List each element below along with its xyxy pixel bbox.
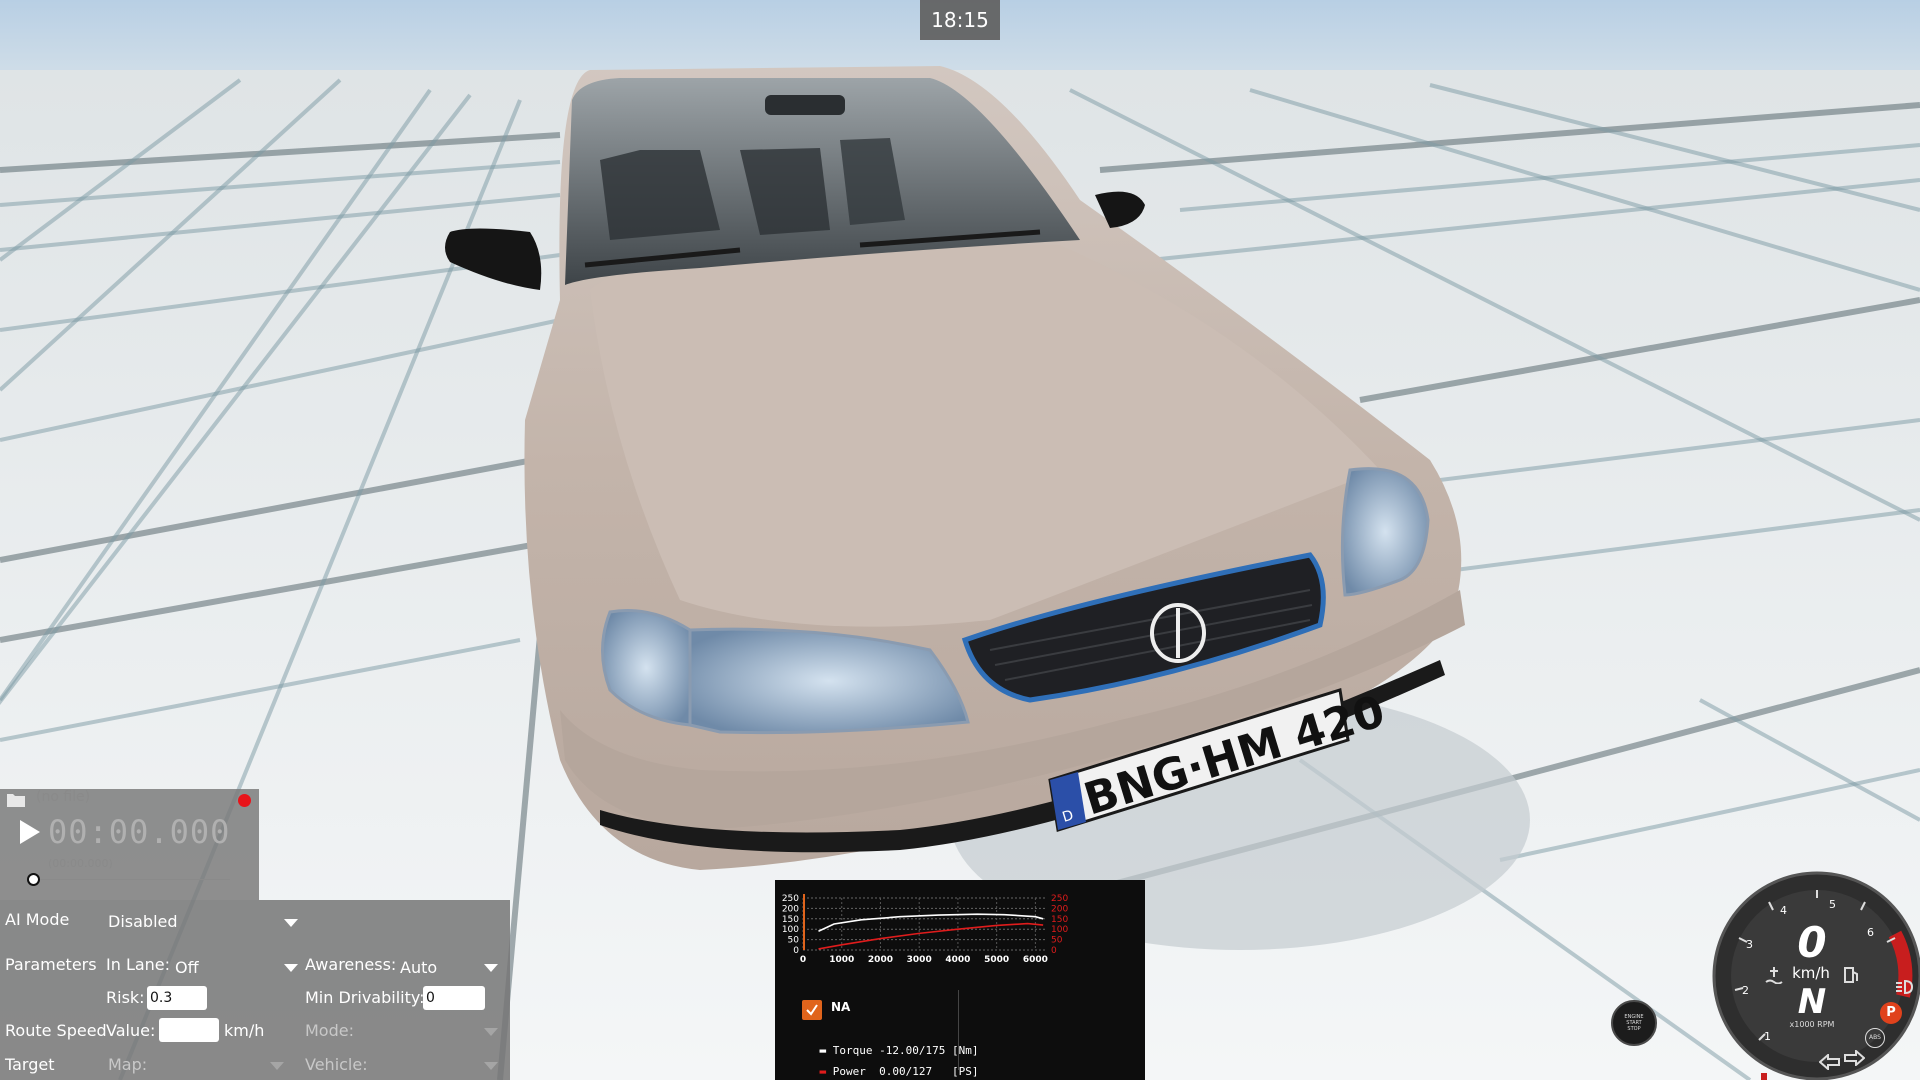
y-tick-right: 200 <box>1051 904 1068 914</box>
risk-input[interactable] <box>147 986 207 1010</box>
replay-timeline-track[interactable] <box>34 879 230 880</box>
y-tick-right: 250 <box>1051 894 1068 904</box>
x-tick: 6000 <box>1023 955 1048 965</box>
in-lane-select[interactable]: Off <box>175 958 199 977</box>
route-speed-input[interactable] <box>159 1018 219 1042</box>
route-speed-unit: km/h <box>224 1021 265 1040</box>
y-tick-left: 250 <box>782 894 799 904</box>
y-tick-left: 150 <box>782 915 799 925</box>
na-checkbox[interactable] <box>802 1000 822 1020</box>
clock-display: 18:15 <box>920 0 1000 40</box>
route-speed-label: Route Speed <box>5 1021 107 1040</box>
chevron-down-icon[interactable] <box>484 964 498 972</box>
y-tick-right: 50 <box>1051 936 1063 946</box>
power-legend-text: Power 0.00/127 [PS] <box>832 1065 979 1078</box>
ai-mode-select[interactable]: Disabled <box>108 912 178 931</box>
replay-panel: (no file) 00:00.000 (00:00.000) <box>0 789 259 900</box>
y-tick-right: 0 <box>1051 946 1057 956</box>
speedometer-gauge: 1 2 3 4 5 6 0 km/h N x1000 RPM P ABS <box>1705 868 1920 1080</box>
turn-signal-right-icon <box>1844 1050 1865 1066</box>
play-icon[interactable] <box>18 819 42 845</box>
power-legend-dot: ▬ <box>819 1065 833 1078</box>
x-tick: 0 <box>800 955 806 965</box>
target-label: Target <box>5 1055 55 1074</box>
y-tick-left: 200 <box>782 904 799 914</box>
vehicle-label: Vehicle: <box>305 1055 368 1074</box>
replay-file-name: (no file) <box>36 789 91 805</box>
x-tick: 5000 <box>984 955 1009 965</box>
chevron-down-icon[interactable] <box>284 919 298 927</box>
min-drivability-input[interactable] <box>423 986 485 1010</box>
replay-timeline-handle[interactable] <box>27 873 40 886</box>
rpm-tick-2: 2 <box>1742 984 1749 997</box>
torque-curve-chart: 2502001501005002502001501005000 1000 2000 3… <box>782 894 1068 965</box>
gear-indicator: N <box>1797 982 1827 1022</box>
rpm-tick-6: 6 <box>1867 926 1874 939</box>
chevron-down-icon[interactable] <box>484 1062 498 1070</box>
temperature-icon <box>1765 967 1783 984</box>
y-tick-left: 0 <box>793 946 799 956</box>
x-tick: 4000 <box>945 955 970 965</box>
in-lane-label: In Lane: <box>106 955 171 974</box>
ai-panel: AI Mode Disabled Parameters In Lane: Off… <box>0 900 510 1080</box>
checkmark-icon <box>806 1004 818 1016</box>
mode-label: Mode: <box>305 1021 354 1040</box>
config-name: NA <box>831 1000 851 1014</box>
y-tick-right: 150 <box>1051 915 1068 925</box>
min-drivability-label: Min Drivability: <box>305 988 425 1007</box>
route-speed-value-label: Value: <box>106 1021 156 1040</box>
map-label: Map: <box>108 1055 148 1074</box>
record-button[interactable] <box>238 794 251 807</box>
y-tick-left: 100 <box>782 925 799 935</box>
awareness-select[interactable]: Auto <box>400 958 437 977</box>
ai-mode-label: AI Mode <box>5 910 70 929</box>
chevron-down-icon[interactable] <box>284 964 298 972</box>
fuel-icon <box>1844 967 1858 983</box>
parameters-label: Parameters <box>5 955 97 974</box>
turn-signal-left-icon <box>1819 1054 1840 1070</box>
folder-icon[interactable] <box>7 793 25 807</box>
parking-brake-indicator: P <box>1880 1002 1902 1024</box>
rpm-tick-1: 1 <box>1764 1030 1771 1043</box>
y-tick-right: 100 <box>1051 925 1068 935</box>
headlight-icon <box>1896 980 1913 994</box>
rpm-tick-3: 3 <box>1746 938 1753 951</box>
speed-readout: 0 <box>1797 918 1827 967</box>
x-tick: 1000 <box>829 955 854 965</box>
torque-graph-panel: 250 200 150 100 50 0 250 200 150 100 50 0 0 1000 2000 3… <box>775 880 1145 1080</box>
rpm-tick-5: 5 <box>1829 898 1836 911</box>
speed-unit: km/h <box>1792 964 1830 982</box>
y-tick-left: 50 <box>788 936 800 946</box>
chevron-down-icon[interactable] <box>484 1028 498 1036</box>
awareness-label: Awareness: <box>305 955 397 974</box>
replay-timer: 00:00.000 <box>48 813 231 851</box>
rpm-tick-4: 4 <box>1780 904 1787 917</box>
power-series-line <box>818 922 1044 950</box>
chevron-down-icon[interactable] <box>270 1062 284 1070</box>
rpm-label: x1000 RPM <box>1789 1020 1835 1029</box>
engine-button-line3: STOP <box>1627 1026 1641 1032</box>
power-legend: ▬ Power 0.00/127 [PS] <box>793 1052 979 1080</box>
x-tick: 3000 <box>907 955 932 965</box>
engine-start-stop-button[interactable]: ENGINE START STOP <box>1611 1000 1657 1046</box>
replay-subtime: (00:00.000) <box>48 857 113 870</box>
risk-label: Risk: <box>106 988 145 1007</box>
x-tick: 2000 <box>868 955 893 965</box>
abs-indicator: ABS <box>1865 1028 1885 1048</box>
